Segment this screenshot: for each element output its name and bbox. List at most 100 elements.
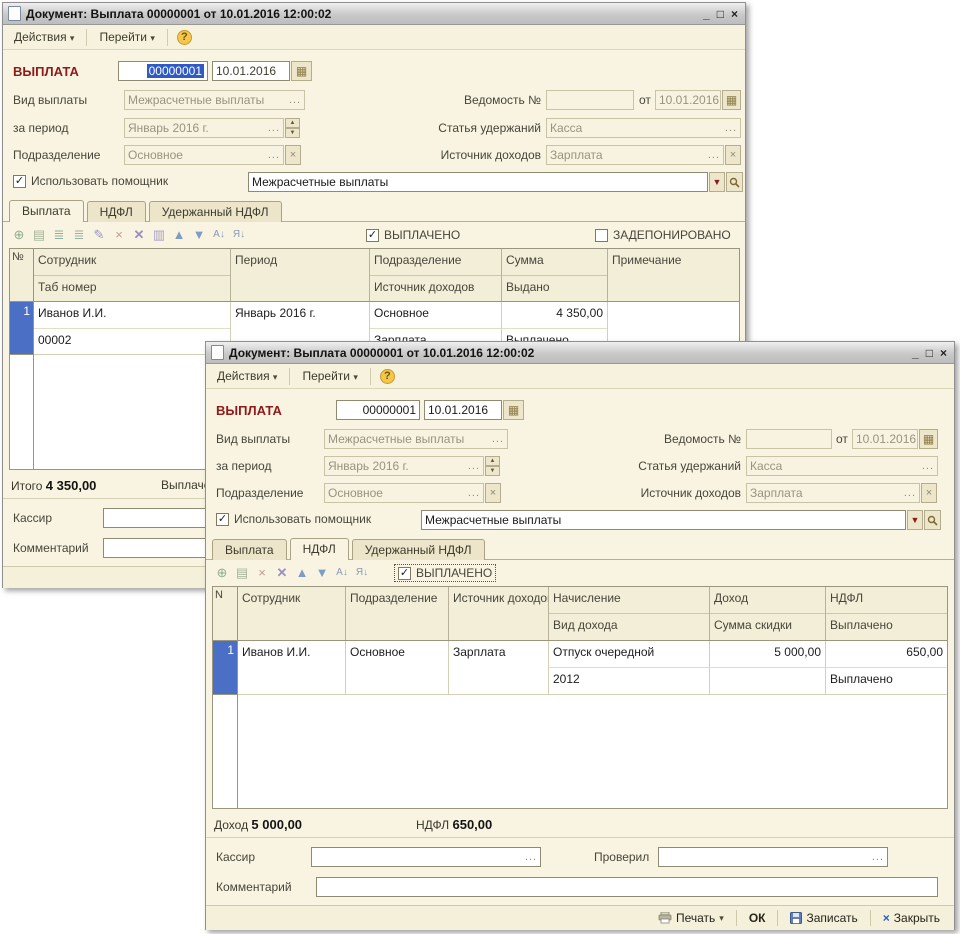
add-row-icon[interactable]: ⊕ [212, 564, 232, 582]
cell-accrual[interactable]: Отпуск очередной [549, 641, 709, 667]
ellipsis-icon[interactable]: ... [265, 122, 280, 134]
ellipsis-icon[interactable]: ... [919, 460, 934, 472]
clear-icon[interactable]: × [725, 145, 741, 165]
sheet-number-input[interactable] [546, 90, 634, 110]
col-income-header[interactable]: Доход [710, 587, 825, 613]
close-icon[interactable]: × [731, 8, 738, 20]
move-up-icon[interactable]: ▲ [292, 564, 312, 582]
chevron-down-icon[interactable]: ▼ [709, 172, 725, 192]
calendar-button[interactable]: ▦ [919, 429, 938, 449]
move-down-icon[interactable]: ▼ [189, 226, 209, 244]
menu-goto[interactable]: Перейти ▾ [295, 367, 364, 386]
payment-type-input[interactable]: Межрасчетные выплаты... [324, 429, 508, 449]
income-source-input[interactable]: Зарплата... [546, 145, 724, 165]
minimize-icon[interactable]: _ [703, 8, 710, 20]
col-issued-header[interactable]: Выдано [502, 275, 607, 301]
checkbox-checked-icon[interactable]: ✓ [13, 175, 26, 188]
tab-uderzhanny-ndfl[interactable]: Удержанный НДФЛ [149, 201, 282, 222]
ok-button[interactable]: ОК [743, 909, 772, 927]
sheet-number-input[interactable] [746, 429, 832, 449]
cell-income[interactable]: 5 000,00 [710, 641, 825, 667]
col-discount-header[interactable]: Сумма скидки [710, 613, 825, 639]
maximize-icon[interactable]: □ [717, 8, 724, 20]
cell-discount[interactable] [710, 667, 825, 693]
calendar-button[interactable]: ▦ [291, 61, 312, 81]
sort-desc-icon[interactable]: Я↓ [352, 564, 372, 582]
checkbox-checked-icon[interactable]: ✓ [216, 513, 229, 526]
cell-employee[interactable]: Иванов И.И. [238, 641, 345, 667]
period-stepper[interactable]: ▲▼ [285, 118, 300, 138]
delete-all-icon[interactable]: ✕ [272, 564, 292, 582]
cell-income-source[interactable]: Зарплата [449, 641, 548, 667]
print-button[interactable]: Печать▾ [652, 909, 730, 927]
row-number-selected[interactable]: 1 [10, 302, 33, 355]
checkbox-unchecked-icon[interactable] [595, 229, 608, 242]
cell-paid-status[interactable]: Выплачено [826, 667, 947, 693]
titlebar[interactable]: Документ: Выплата 00000001 от 10.01.2016… [206, 342, 954, 364]
cell-period[interactable]: Январь 2016 г. [231, 302, 369, 328]
edit-icon[interactable]: ✎ [89, 226, 109, 244]
tab-ndfl[interactable]: НДФЛ [87, 201, 146, 222]
col-income-kind-header[interactable]: Вид дохода [549, 613, 709, 639]
doc-number-input[interactable]: 00000001 [118, 61, 208, 81]
paid-checkbox[interactable]: ✓ ВЫПЛАЧЕНО [366, 228, 460, 242]
deposited-checkbox[interactable]: ЗАДЕПОНИРОВАНО [595, 228, 731, 242]
sort-asc-icon[interactable]: А↓ [209, 226, 229, 244]
assistant-checkbox[interactable]: ✓ Использовать помощник [13, 174, 168, 188]
cell-sum[interactable]: 4 350,00 [502, 302, 607, 328]
checkbox-checked-icon[interactable]: ✓ [366, 229, 379, 242]
clear-icon[interactable]: × [285, 145, 301, 165]
col-sum-header[interactable]: Сумма [502, 249, 607, 275]
deduction-input[interactable]: Касса... [546, 118, 741, 138]
ellipsis-icon[interactable]: ... [522, 851, 537, 863]
tab-vyplata[interactable]: Выплата [9, 200, 84, 222]
move-up-icon[interactable]: ▲ [169, 226, 189, 244]
paid-checkbox[interactable]: ✓ ВЫПЛАЧЕНО [396, 566, 494, 580]
income-source-input[interactable]: Зарплата... [746, 483, 920, 503]
col-note-header[interactable]: Примечание [608, 249, 739, 275]
sort-asc-icon[interactable]: А↓ [332, 564, 352, 582]
add-lines-icon[interactable]: ≣ [49, 226, 69, 244]
selection-icon[interactable]: ▥ [149, 226, 169, 244]
cell-employee[interactable]: Иванов И.И. [34, 302, 230, 328]
fill-lines-icon[interactable]: ≣ [69, 226, 89, 244]
doc-date-input[interactable]: 10.01.2016 [424, 400, 502, 420]
cell-department[interactable]: Основное [370, 302, 501, 328]
period-input[interactable]: Январь 2016 г.... [324, 456, 484, 476]
cell-income-kind[interactable]: 2012 [549, 667, 709, 693]
sheet-date-input[interactable]: 10.01.2016 [655, 90, 721, 110]
cell-ndfl[interactable]: 650,00 [826, 641, 947, 667]
payment-type-input[interactable]: Межрасчетные выплаты... [124, 90, 305, 110]
assistant-checkbox[interactable]: ✓ Использовать помощник [216, 512, 371, 526]
chevron-down-icon[interactable]: ▼ [907, 510, 923, 530]
doc-date-input[interactable]: 10.01.2016 [212, 61, 290, 81]
comment-input[interactable] [316, 877, 938, 897]
deduction-input[interactable]: Касса... [746, 456, 938, 476]
cell-department[interactable]: Основное [346, 641, 448, 667]
delete-row-icon[interactable]: × [252, 564, 272, 582]
search-icon[interactable] [924, 510, 941, 530]
clear-icon[interactable]: × [921, 483, 937, 503]
tab-vyplata[interactable]: Выплата [212, 539, 287, 560]
col-tabnumber-header[interactable]: Таб номер [34, 275, 230, 301]
copy-row-icon[interactable]: ▤ [232, 564, 252, 582]
clear-icon[interactable]: × [485, 483, 501, 503]
cell-note[interactable] [608, 302, 739, 328]
department-input[interactable]: Основное... [324, 483, 484, 503]
col-employee-header[interactable]: Сотрудник [34, 249, 230, 275]
cell-tab-number[interactable]: 00002 [34, 328, 230, 354]
checkbox-checked-icon[interactable]: ✓ [398, 567, 411, 580]
ellipsis-icon[interactable]: ... [489, 433, 504, 445]
ellipsis-icon[interactable]: ... [722, 122, 737, 134]
col-ndfl-header[interactable]: НДФЛ [826, 587, 947, 613]
col-paid-header[interactable]: Выплачено [826, 613, 947, 639]
period-input[interactable]: Январь 2016 г.... [124, 118, 284, 138]
titlebar[interactable]: Документ: Выплата 00000001 от 10.01.2016… [3, 3, 745, 25]
row-number-selected[interactable]: 1 [213, 641, 237, 695]
copy-row-icon[interactable]: ▤ [29, 226, 49, 244]
menu-actions[interactable]: Действия ▾ [7, 28, 81, 47]
col-period-header[interactable]: Период [231, 249, 369, 275]
col-income-source-header[interactable]: Источник доходов [370, 275, 501, 301]
ellipsis-icon[interactable]: ... [465, 460, 480, 472]
menu-actions[interactable]: Действия ▾ [210, 367, 284, 386]
